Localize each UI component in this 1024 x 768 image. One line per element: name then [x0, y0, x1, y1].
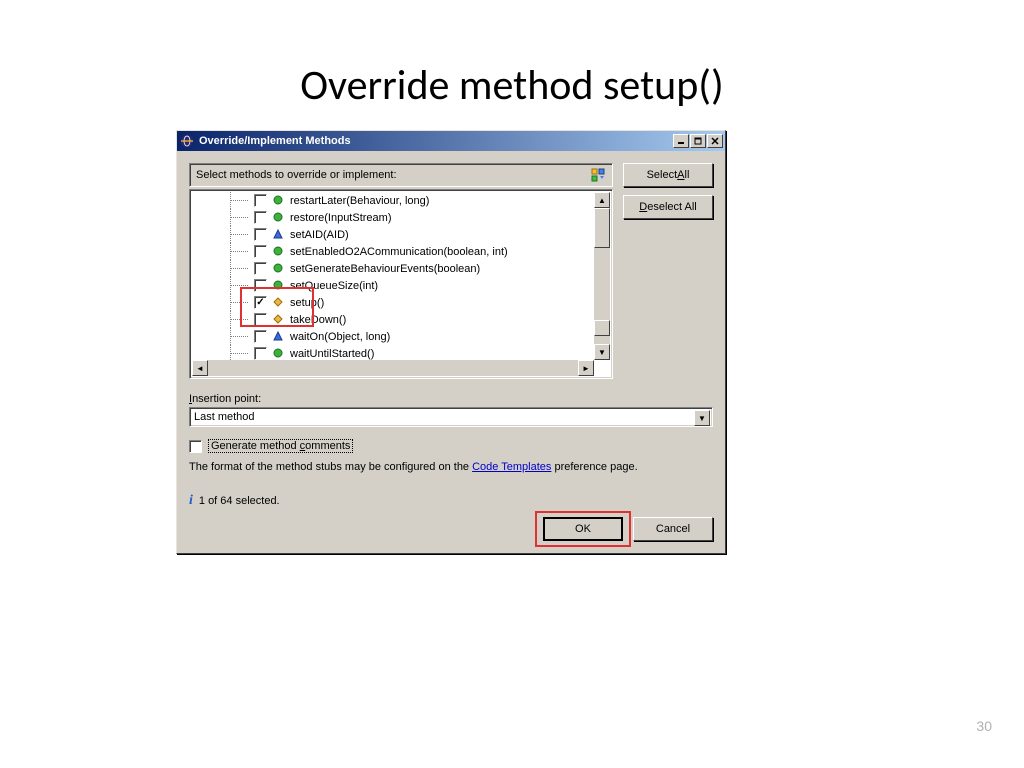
page-number: 30: [976, 718, 992, 734]
tree-branch-icon: [192, 277, 254, 294]
method-visibility-icon: [273, 280, 285, 292]
tree-branch-icon: [192, 209, 254, 226]
select-all-button[interactable]: Select All: [623, 163, 713, 187]
generate-comments-checkbox[interactable]: [189, 440, 202, 453]
selection-status: 1 of 64 selected.: [199, 495, 280, 507]
method-row[interactable]: setEnabledO2ACommunication(boolean, int): [192, 243, 594, 260]
tree-branch-icon: [192, 328, 254, 345]
method-name: waitUntilStarted(): [290, 348, 374, 360]
instruction-text: Select methods to override or implement:: [196, 169, 397, 181]
info-icon: i: [189, 493, 193, 509]
code-templates-link[interactable]: Code Templates: [472, 461, 551, 473]
minimize-button[interactable]: [673, 134, 689, 148]
dialog-title: Override/Implement Methods: [199, 135, 673, 147]
method-checkbox[interactable]: [254, 211, 267, 224]
insertion-point-combo[interactable]: Last method ▼: [189, 407, 713, 427]
scroll-down-button[interactable]: ▼: [594, 344, 610, 360]
method-checkbox[interactable]: [254, 330, 267, 343]
insertion-point-value: Last method: [194, 411, 255, 423]
method-visibility-icon: [273, 348, 285, 360]
method-row[interactable]: setAID(AID): [192, 226, 594, 243]
method-visibility-icon: [273, 314, 285, 326]
method-checkbox[interactable]: [254, 245, 267, 258]
method-name: setQueueSize(int): [290, 280, 378, 292]
method-row[interactable]: setQueueSize(int): [192, 277, 594, 294]
scroll-right-button[interactable]: ►: [578, 360, 594, 376]
deselect-all-button[interactable]: Deselect All: [623, 195, 713, 219]
maximize-button[interactable]: [690, 134, 706, 148]
method-name: restore(InputStream): [290, 212, 391, 224]
method-checkbox[interactable]: [254, 296, 267, 309]
method-row[interactable]: waitOn(Object, long): [192, 328, 594, 345]
tree-branch-icon: [192, 311, 254, 328]
expand-all-icon[interactable]: [590, 167, 606, 183]
tree-branch-icon: [192, 192, 254, 209]
cancel-button[interactable]: Cancel: [633, 517, 713, 541]
method-checkbox[interactable]: [254, 313, 267, 326]
method-name: setGenerateBehaviourEvents(boolean): [290, 263, 480, 275]
slide-title: Override method setup(): [0, 0, 1024, 111]
scroll-thumb[interactable]: [594, 208, 610, 248]
scroll-up-button[interactable]: ▲: [594, 192, 610, 208]
method-visibility-icon: [273, 263, 285, 275]
ok-button[interactable]: OK: [543, 517, 623, 541]
method-row[interactable]: setGenerateBehaviourEvents(boolean): [192, 260, 594, 277]
scroll-left-button[interactable]: ◄: [192, 360, 208, 376]
tree-branch-icon: [192, 345, 254, 360]
method-visibility-icon: [273, 246, 285, 258]
eclipse-icon: [179, 133, 195, 149]
method-name: setAID(AID): [290, 229, 349, 241]
method-visibility-icon: [273, 195, 285, 207]
method-row[interactable]: restartLater(Behaviour, long): [192, 192, 594, 209]
method-name: takeDown(): [290, 314, 346, 326]
method-checkbox[interactable]: [254, 262, 267, 275]
method-checkbox[interactable]: [254, 347, 267, 360]
method-row[interactable]: waitUntilStarted(): [192, 345, 594, 360]
method-row[interactable]: setup(): [192, 294, 594, 311]
method-visibility-icon: [273, 212, 285, 224]
scroll-stepper-button[interactable]: [594, 320, 610, 336]
method-name: setEnabledO2ACommunication(boolean, int): [290, 246, 508, 258]
override-dialog: Override/Implement Methods Select method…: [176, 130, 726, 554]
method-row[interactable]: takeDown(): [192, 311, 594, 328]
horizontal-scrollbar[interactable]: ◄ ►: [192, 360, 594, 376]
close-button[interactable]: [707, 134, 723, 148]
method-name: waitOn(Object, long): [290, 331, 390, 343]
tree-branch-icon: [192, 226, 254, 243]
method-checkbox[interactable]: [254, 194, 267, 207]
method-visibility-icon: [273, 331, 285, 343]
hint-text: The format of the method stubs may be co…: [189, 461, 713, 473]
method-visibility-icon: [273, 229, 285, 241]
titlebar[interactable]: Override/Implement Methods: [177, 131, 725, 151]
method-row[interactable]: restore(InputStream): [192, 209, 594, 226]
method-tree[interactable]: restartLater(Behaviour, long) restore(Inp…: [189, 189, 613, 379]
tree-branch-icon: [192, 294, 254, 311]
insertion-point-label: Insertion point:: [189, 393, 713, 405]
instruction-label: Select methods to override or implement:: [189, 163, 613, 187]
method-name: setup(): [290, 297, 324, 309]
tree-branch-icon: [192, 260, 254, 277]
method-visibility-icon: [273, 297, 285, 309]
chevron-down-icon[interactable]: ▼: [694, 410, 710, 426]
method-checkbox[interactable]: [254, 279, 267, 292]
vertical-scrollbar[interactable]: ▲ ▼: [594, 192, 610, 360]
generate-comments-label: Generate method comments: [208, 439, 353, 453]
method-checkbox[interactable]: [254, 228, 267, 241]
method-name: restartLater(Behaviour, long): [290, 195, 429, 207]
tree-branch-icon: [192, 243, 254, 260]
